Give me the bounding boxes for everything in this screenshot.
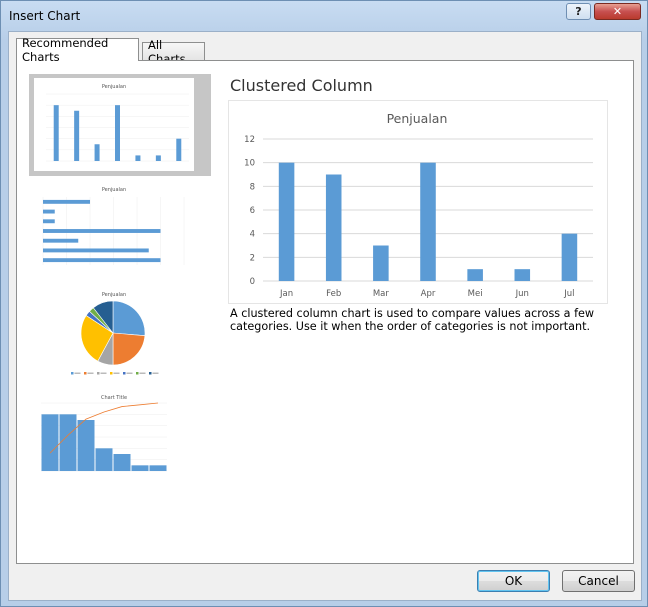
- thumb-title: Chart Title: [101, 395, 127, 401]
- legend-swatch: [71, 372, 74, 375]
- thumb-bar: [149, 465, 167, 471]
- y-tick-label: 12: [244, 135, 255, 145]
- thumb-bar: [43, 238, 79, 243]
- thumb-bar: [43, 219, 55, 224]
- thumb-title: Penjualan: [102, 84, 126, 90]
- bar: [278, 162, 295, 281]
- thumb-bar: [95, 448, 113, 471]
- thumb-title: Penjualan: [102, 292, 126, 298]
- thumb-bar: [155, 155, 161, 161]
- x-tick-label: Mei: [468, 289, 483, 299]
- bar: [514, 269, 531, 281]
- y-tick-label: 0: [250, 277, 255, 287]
- legend-swatch: [84, 372, 87, 375]
- help-button[interactable]: ?: [566, 3, 591, 20]
- bar: [420, 162, 436, 281]
- thumb-bar: [43, 199, 90, 204]
- x-tick-label: Jul: [563, 289, 574, 299]
- thumbnail-clustered-bar[interactable]: Penjualan: [29, 181, 211, 279]
- thumb-bar: [59, 414, 77, 471]
- chart-svg: Penjualan Jan Feb Mar Apr Mei Jun Jul 0 2 4 6 8 10 1…: [244, 111, 593, 299]
- legend-swatch: [149, 372, 152, 375]
- recommended-panel: Penjualan Penjualan Penjualan Chart Titl…: [16, 60, 634, 564]
- title-bar: Insert Chart ? ✕: [1, 1, 647, 31]
- pie-slice: [112, 300, 146, 336]
- close-button[interactable]: ✕: [594, 3, 641, 20]
- bar: [467, 269, 483, 281]
- tab-recommended-charts[interactable]: Recommended Charts: [16, 36, 139, 64]
- chart-title: Penjualan: [387, 111, 448, 126]
- thumbnail-clustered-column[interactable]: Penjualan: [29, 74, 211, 176]
- thumb-bar: [43, 248, 149, 253]
- thumb-bar: [77, 420, 95, 471]
- chart-description: A clustered column chart is used to comp…: [230, 307, 595, 333]
- thumb-bar: [113, 454, 131, 471]
- y-tick-label: 4: [250, 230, 255, 240]
- y-tick-label: 10: [244, 159, 255, 169]
- legend-swatch: [110, 372, 113, 375]
- thumb-title: Penjualan: [102, 187, 126, 193]
- thumb-bar: [94, 144, 100, 161]
- legend-swatch: [136, 372, 139, 375]
- thumb-bar: [176, 138, 182, 161]
- ok-button[interactable]: OK: [477, 570, 550, 592]
- thumb-bar: [43, 209, 55, 214]
- bar: [373, 245, 389, 281]
- x-tick-label: Jan: [279, 289, 293, 299]
- x-tick-label: Feb: [326, 289, 341, 299]
- x-tick-label: Jun: [515, 289, 529, 299]
- bar: [325, 174, 342, 281]
- insert-chart-dialog: Insert Chart ? ✕ Recommended Charts All …: [0, 0, 648, 607]
- cancel-button[interactable]: Cancel: [562, 570, 635, 592]
- thumb-bar: [74, 110, 80, 161]
- thumb-bar: [41, 414, 59, 471]
- chart-type-name: Clustered Column: [230, 76, 373, 95]
- thumb-bar: [135, 155, 141, 161]
- tab-all-charts[interactable]: All Charts: [142, 38, 205, 66]
- y-tick-label: 2: [250, 253, 255, 263]
- bar: [561, 233, 578, 281]
- window-title: Insert Chart: [9, 9, 81, 23]
- x-tick-label: Mar: [373, 289, 390, 299]
- thumb-bar: [43, 258, 161, 263]
- x-tick-label: Apr: [421, 289, 436, 299]
- y-tick-label: 6: [250, 206, 255, 216]
- thumb-bar: [53, 105, 59, 161]
- thumb-bar: [43, 229, 161, 233]
- legend-swatch: [123, 372, 126, 375]
- thumb-bar: [131, 465, 149, 471]
- thumbnail-pareto[interactable]: Chart Title: [29, 389, 211, 487]
- y-tick-label: 8: [250, 182, 255, 192]
- thumb-bar: [115, 105, 120, 161]
- chart-preview: Penjualan Jan Feb Mar Apr Mei Jun Jul 0 2 4 6 8 10 1…: [228, 100, 608, 304]
- dialog-client: Recommended Charts All Charts Penjualan …: [8, 31, 642, 601]
- legend-swatch: [97, 372, 100, 375]
- thumbnail-pie[interactable]: Penjualan: [29, 286, 211, 384]
- pie-slice: [112, 332, 146, 366]
